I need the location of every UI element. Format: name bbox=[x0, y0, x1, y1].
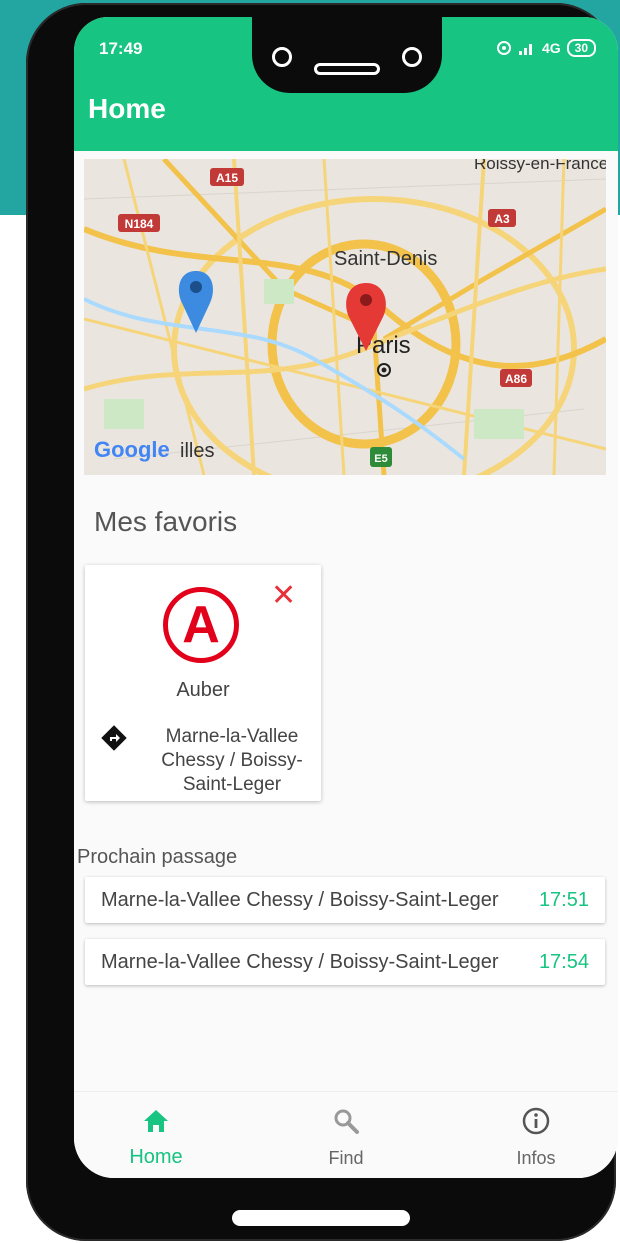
favorite-card[interactable]: A ✕ Auber Marne-la-Vallee Chessy / Boiss… bbox=[85, 565, 321, 801]
status-icons: 4G 30 bbox=[496, 39, 596, 57]
bottom-navigation: Home Find Infos bbox=[74, 1091, 618, 1178]
camera-left bbox=[272, 47, 292, 67]
status-time: 17:49 bbox=[99, 39, 143, 58]
map-label-a15: A15 bbox=[216, 171, 238, 185]
page-title: Home bbox=[88, 93, 166, 124]
nav-infos-label: Infos bbox=[516, 1148, 556, 1168]
passage-direction: Marne-la-Vallee Chessy / Boissy-Saint-Le… bbox=[101, 951, 499, 973]
nav-find-label: Find bbox=[328, 1148, 364, 1168]
map-label-e5: E5 bbox=[374, 453, 387, 465]
map-label-villes: illes bbox=[180, 440, 214, 462]
map-canvas: Roissy-en-France A15 N184 A3 Saint-Denis… bbox=[84, 159, 606, 475]
map-label-n184: N184 bbox=[125, 217, 154, 231]
search-icon bbox=[334, 1109, 359, 1134]
nav-home-label: Home bbox=[129, 1146, 183, 1168]
app-screen: 17:49 4G 30 Home Roissy-en-France A15 N1… bbox=[74, 17, 618, 1178]
passage-row[interactable]: Marne-la-Vallee Chessy / Boissy-Saint-Le… bbox=[85, 939, 605, 985]
map-label-roissy: Roissy-en-France bbox=[474, 159, 606, 173]
nav-find[interactable]: Find bbox=[286, 1092, 406, 1178]
speaker bbox=[314, 63, 380, 75]
nav-home[interactable]: Home bbox=[96, 1092, 216, 1178]
signal-icon bbox=[518, 44, 532, 55]
map-label-saint-denis: Saint-Denis bbox=[334, 248, 437, 270]
remove-favorite-button[interactable]: ✕ bbox=[271, 581, 296, 611]
phone-frame: 17:49 4G 30 Home Roissy-en-France A15 N1… bbox=[26, 3, 618, 1241]
nav-infos[interactable]: Infos bbox=[476, 1092, 596, 1178]
favorite-direction: Marne-la-Vallee Chessy / Boissy-Saint-Le… bbox=[161, 726, 303, 795]
app-bar: 17:49 4G 30 Home bbox=[74, 17, 618, 151]
map-label-a86: A86 bbox=[505, 372, 527, 386]
camera-right bbox=[402, 47, 422, 67]
home-indicator[interactable] bbox=[232, 1210, 410, 1226]
map-label-a3: A3 bbox=[494, 212, 510, 226]
info-icon bbox=[522, 1107, 550, 1135]
battery-icon: 30 bbox=[566, 39, 596, 57]
network-label: 4G bbox=[541, 40, 561, 56]
home-icon bbox=[144, 1110, 168, 1132]
passage-direction: Marne-la-Vallee Chessy / Boissy-Saint-Le… bbox=[101, 889, 499, 911]
map-view[interactable]: Roissy-en-France A15 N184 A3 Saint-Denis… bbox=[84, 159, 606, 475]
favorites-title: Mes favoris bbox=[94, 506, 238, 537]
rer-line-icon: A bbox=[163, 587, 239, 663]
direction-icon bbox=[101, 725, 127, 751]
favorite-station: Auber bbox=[176, 679, 230, 701]
wifi-icon bbox=[496, 41, 511, 55]
passage-time: 17:51 bbox=[538, 889, 589, 911]
google-logo: Google bbox=[94, 437, 170, 462]
camera-notch bbox=[252, 17, 442, 93]
passage-time: 17:54 bbox=[538, 951, 589, 973]
passage-row[interactable]: Marne-la-Vallee Chessy / Boissy-Saint-Le… bbox=[85, 877, 605, 923]
next-passage-label: Prochain passage bbox=[77, 846, 238, 868]
